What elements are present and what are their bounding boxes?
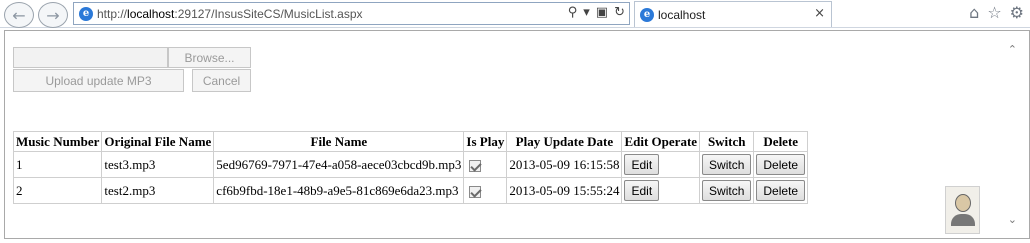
scroll-up-icon[interactable]: ⌃ [1008,43,1017,56]
header-original-file-name: Original File Name [101,131,215,152]
page-frame: Browse... Upload update MP3 Cancel Music… [4,30,1030,239]
cell-original-file-name: test3.mp3 [101,151,215,178]
table-header-row: Music Number Original File Name File Nam… [12,131,809,152]
tab-page-icon: e [640,7,654,22]
cell-play-update-date: 2013-05-09 15:55:24 [506,177,623,204]
upload-mp3-button[interactable]: Upload update MP3 [13,69,184,92]
table-row: 2 test2.mp3 cf6b9fbd-18e1-48b9-a9e5-81c8… [12,177,809,204]
delete-button[interactable]: Delete [756,154,806,175]
cell-delete: Delete [753,177,809,204]
ie-page-icon: e [79,6,93,21]
url-host: localhost [127,6,175,21]
edit-button[interactable]: Edit [624,154,660,175]
header-delete: Delete [753,131,809,152]
back-arrow-icon: ← [12,5,26,25]
header-music-number: Music Number [12,131,103,152]
cell-switch: Switch [699,177,755,204]
cell-edit: Edit [621,151,701,178]
header-play-update-date: Play Update Date [506,131,623,152]
url-path: :29127/InsusSiteCS/MusicList.aspx [174,6,363,21]
header-switch: Switch [699,131,755,152]
back-button[interactable]: ← [4,2,34,28]
address-tools: ⚲ ▾ ▣ ↻ [568,5,625,20]
url-prefix: http:// [97,6,128,21]
cell-edit: Edit [621,177,701,204]
browser-chrome: ← → e http://localhost:29127/InsusSiteCS… [0,0,1030,28]
tab-title: localhost [658,7,706,22]
avatar-head [954,194,971,212]
is-play-checkbox[interactable] [469,185,482,198]
scroll-down-icon[interactable]: ⌄ [1008,213,1017,226]
forward-button[interactable]: → [38,2,68,28]
address-bar[interactable]: e http://localhost:29127/InsusSiteCS/Mus… [73,2,630,25]
delete-button[interactable]: Delete [756,180,806,201]
cell-delete: Delete [753,151,809,178]
cell-original-file-name: test2.mp3 [101,177,215,204]
table-row: 1 test3.mp3 5ed96769-7971-47e4-a058-aece… [12,151,809,178]
file-path-input[interactable] [13,47,168,68]
compat-view-icon[interactable]: ▣ [596,5,608,20]
favorites-star-icon[interactable]: ☆ [987,3,1001,22]
browser-tools: ⌂ ☆ ⚙ [969,3,1024,22]
cell-is-play [463,151,508,178]
switch-button[interactable]: Switch [702,154,752,175]
url-text[interactable]: http://localhost:29127/InsusSiteCS/Music… [97,7,363,21]
cell-is-play [463,177,508,204]
cell-music-number: 1 [12,151,103,178]
dropdown-icon[interactable]: ▾ [583,5,590,20]
cell-music-number: 2 [12,177,103,204]
tab-localhost[interactable]: e localhost × [634,1,832,27]
forward-arrow-icon: → [46,5,60,25]
cell-switch: Switch [699,151,755,178]
home-icon[interactable]: ⌂ [969,3,979,22]
avatar-body [950,214,975,226]
cell-file-name: cf6b9fbd-18e1-48b9-a9e5-81c869e6da23.mp3 [213,177,465,204]
header-edit-operate: Edit Operate [621,131,701,152]
header-is-play: Is Play [463,131,508,152]
edit-button[interactable]: Edit [624,180,660,201]
switch-button[interactable]: Switch [702,180,752,201]
cell-play-update-date: 2013-05-09 16:15:58 [506,151,623,178]
gear-icon[interactable]: ⚙ [1010,3,1024,22]
browse-button[interactable]: Browse... [168,47,251,68]
search-icon[interactable]: ⚲ [568,5,578,20]
avatar [945,186,980,234]
header-file-name: File Name [213,131,465,152]
refresh-icon[interactable]: ↻ [614,5,625,20]
music-table: Music Number Original File Name File Nam… [12,131,809,204]
cell-file-name: 5ed96769-7971-47e4-a058-aece03cbcd9b.mp3 [213,151,465,178]
cancel-button[interactable]: Cancel [192,69,251,92]
close-icon[interactable]: × [814,6,825,21]
is-play-checkbox[interactable] [469,159,482,172]
